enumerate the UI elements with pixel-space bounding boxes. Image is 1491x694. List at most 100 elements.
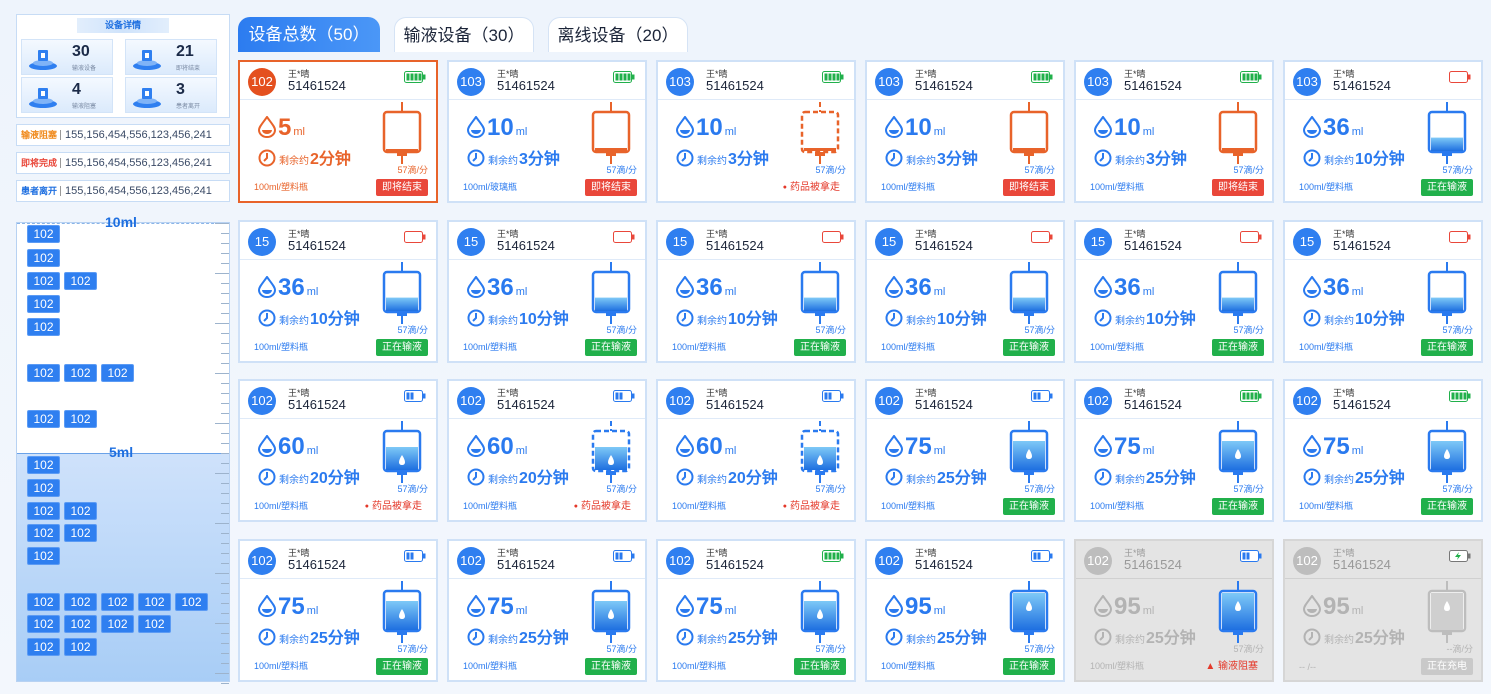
bed-chip[interactable]: 102 (175, 593, 208, 611)
bed-chip[interactable]: 102 (64, 615, 97, 633)
status-text: 正在输液 (1009, 501, 1049, 512)
time-prefix: 剩余约 (279, 156, 309, 167)
bed-chip[interactable]: 102 (27, 225, 60, 243)
card-header: 102 王*晴 51461524 (1076, 381, 1272, 419)
device-card[interactable]: 102 王*晴 51461524 75 ml 剩余约25分钟 57滴/分 100ml/塑料瓶… (656, 539, 856, 682)
status-text: 正在输液 (591, 342, 631, 353)
infusion-bag-icon (589, 262, 633, 324)
bed-chip[interactable]: 102 (27, 410, 60, 428)
volume-value: 36 (487, 274, 514, 301)
bed-chip[interactable]: 102 (27, 502, 60, 520)
bed-chip[interactable]: 102 (27, 479, 60, 497)
device-card[interactable]: 15 王*晴 51461524 36 ml 剩余约10分钟 57滴/分 100ml/塑料瓶正… (1283, 220, 1483, 363)
bed-chip[interactable]: 102 (138, 615, 171, 633)
bed-chip[interactable]: 102 (27, 249, 60, 267)
device-card[interactable]: 102 王*晴 51461524 75 ml 剩余约25分钟 57滴/分 100ml/塑料瓶… (865, 379, 1065, 522)
bed-chip[interactable]: 102 (138, 593, 171, 611)
bed-chip[interactable]: 102 (27, 638, 60, 656)
volume-unit: ml (1142, 445, 1155, 457)
bed-chip[interactable]: 102 (64, 638, 97, 656)
stat-card[interactable]: 4 输液阻塞 (21, 77, 113, 113)
infusion-bag-icon (1425, 262, 1469, 324)
bed-chip[interactable]: 102 (27, 547, 60, 565)
device-card[interactable]: 15 王*晴 51461524 36 ml 剩余约10分钟 57滴/分 100ml/塑料瓶正… (1074, 220, 1274, 363)
ruler-tick (215, 373, 229, 374)
card-header: 15 王*晴 51461524 (449, 222, 645, 260)
device-card[interactable]: 103王*晴5146152410ml剩余约3分钟 57滴/分药品被拿走 (656, 60, 856, 203)
device-card[interactable]: 103 王*晴 51461524 10 ml 剩余约3分钟 57滴/分 100ml/塑料瓶即… (1074, 60, 1274, 203)
stat-card[interactable]: 21 即将结束 (125, 39, 217, 75)
bed-chip[interactable]: 102 (27, 456, 60, 474)
time-value: 25分钟 (1146, 470, 1196, 487)
ruler-tick (215, 423, 229, 424)
device-card[interactable]: 15 王*晴 51461524 36 ml 剩余约10分钟 57滴/分 100ml/塑料瓶正… (656, 220, 856, 363)
bed-chip[interactable]: 102 (64, 502, 97, 520)
bed-chip[interactable]: 102 (27, 364, 60, 382)
device-card[interactable]: 103 王*晴 51461524 10 ml 剩余约3分钟 57滴/分 100ml/玻璃瓶即… (447, 60, 647, 203)
volume-value: 60 (487, 433, 514, 460)
status-text: 即将结束 (1009, 182, 1049, 193)
bed-chip[interactable]: 102 (64, 272, 97, 290)
device-card[interactable]: 103 王*晴 51461524 36 ml 剩余约10分钟 57滴/分 100ml/塑料瓶… (1283, 60, 1483, 203)
infusion-bag-icon (1007, 262, 1051, 324)
status-badge: 即将结束 (1212, 179, 1264, 196)
status-badge: 正在输液 (1212, 339, 1264, 356)
device-card[interactable]: 102 王*晴 51461524 75 ml 剩余约25分钟 57滴/分 100ml/塑料瓶… (238, 539, 438, 682)
device-card[interactable]: 102 王*晴 51461524 75 ml 剩余约25分钟 57滴/分 100ml/塑料瓶… (447, 539, 647, 682)
bed-chip[interactable]: 102 (27, 615, 60, 633)
device-card[interactable]: 102 王*晴 51461524 60 ml 剩余约20分钟 57滴/分 100ml/塑料瓶… (656, 379, 856, 522)
device-card[interactable]: 102 王*晴 51461524 95 ml 剩余约25分钟 57滴/分 100ml/塑料瓶… (865, 539, 1065, 682)
bed-chip[interactable]: 102 (27, 593, 60, 611)
card-header: 103 王*晴 51461524 (1285, 62, 1481, 100)
device-card[interactable]: 102 王*晴 51461524 60 ml 剩余约20分钟 57滴/分 100ml/塑料瓶… (238, 379, 438, 522)
device-card[interactable]: 102 王*晴 51461524 95 ml 剩余约25分钟 --滴/分 -- /-- 正在充… (1283, 539, 1483, 682)
device-card[interactable]: 15 王*晴 51461524 36 ml 剩余约10分钟 57滴/分 100ml/塑料瓶正… (447, 220, 647, 363)
bottle-spec: 100ml/塑料瓶 (881, 182, 936, 192)
bed-number-badge: 102 (666, 547, 694, 575)
bed-chip[interactable]: 102 (101, 593, 134, 611)
stat-card[interactable]: 3 患者离开 (125, 77, 217, 113)
bed-chip[interactable]: 102 (64, 593, 97, 611)
device-card[interactable]: 103 王*晴 51461524 10 ml 剩余约3分钟 57滴/分 100ml/塑料瓶即… (865, 60, 1065, 203)
status-badge: 正在输液 (1421, 179, 1473, 196)
tab-2[interactable]: 离线设备（20） (548, 17, 688, 52)
bottle-spec: 100ml/塑料瓶 (881, 661, 936, 671)
status-badge: 即将结束 (585, 179, 637, 196)
tab-0[interactable]: 设备总数（50） (238, 17, 380, 52)
bed-chip[interactable]: 102 (27, 295, 60, 313)
device-card[interactable]: 15 王*晴 51461524 36 ml 剩余约10分钟 57滴/分 100ml/塑料瓶正… (865, 220, 1065, 363)
device-card[interactable]: 102 王*晴 51461524 60 ml 剩余约20分钟 57滴/分 100ml/塑料瓶… (447, 379, 647, 522)
ruler-tick (221, 403, 229, 404)
drip-rate: 57滴/分 (1442, 325, 1473, 335)
bed-chip[interactable]: 102 (27, 272, 60, 290)
remaining-time: 剩余约10分钟 (1303, 145, 1405, 172)
tab-1[interactable]: 输液设备（30） (394, 17, 534, 52)
drop-icon (884, 594, 904, 624)
battery-icon (613, 70, 635, 83)
legend-row: 输液阻塞 155,156,454,556,123,456,241 (16, 124, 230, 146)
time-value: 25分钟 (1355, 630, 1405, 647)
bed-chip[interactable]: 102 (27, 524, 60, 542)
device-card[interactable]: 102 王*晴 51461524 95 ml 剩余约25分钟 57滴/分 100ml/塑料瓶… (1074, 539, 1274, 682)
device-card[interactable]: 102 王*晴 51461524 75 ml 剩余约25分钟 57滴/分 100ml/塑料瓶… (1283, 379, 1483, 522)
bed-chip[interactable]: 102 (64, 364, 97, 382)
status-badge: 正在输液 (585, 339, 637, 356)
bed-chip[interactable]: 102 (64, 524, 97, 542)
bed-chip[interactable]: 102 (27, 318, 60, 336)
stat-card[interactable]: 30 输液设备 (21, 39, 113, 75)
ruler-tick (221, 233, 229, 234)
ruler-top-label: 10ml (105, 214, 137, 230)
bed-chip[interactable]: 102 (64, 410, 97, 428)
card-header: 15 王*晴 51461524 (1285, 222, 1481, 260)
device-card[interactable]: 102 王*晴 51461524 5 ml 剩余约2分钟 57滴/分 100ml/塑料瓶 即将… (238, 60, 438, 203)
patient-id: 51461524 (915, 78, 973, 93)
device-card[interactable]: 102 王*晴 51461524 75 ml 剩余约25分钟 57滴/分 100ml/塑料瓶… (1074, 379, 1274, 522)
patient-id: 51461524 (497, 78, 555, 93)
bed-chip[interactable]: 102 (101, 615, 134, 633)
battery-icon (404, 70, 426, 83)
clock-icon (1094, 628, 1112, 651)
stat-label: 患者离开 (176, 104, 201, 110)
remaining-time: 剩余约25分钟 (885, 624, 987, 651)
bed-chip[interactable]: 102 (101, 364, 134, 382)
device-card[interactable]: 15 王*晴 51461524 36 ml 剩余约10分钟 57滴/分 100ml/塑料瓶正… (238, 220, 438, 363)
